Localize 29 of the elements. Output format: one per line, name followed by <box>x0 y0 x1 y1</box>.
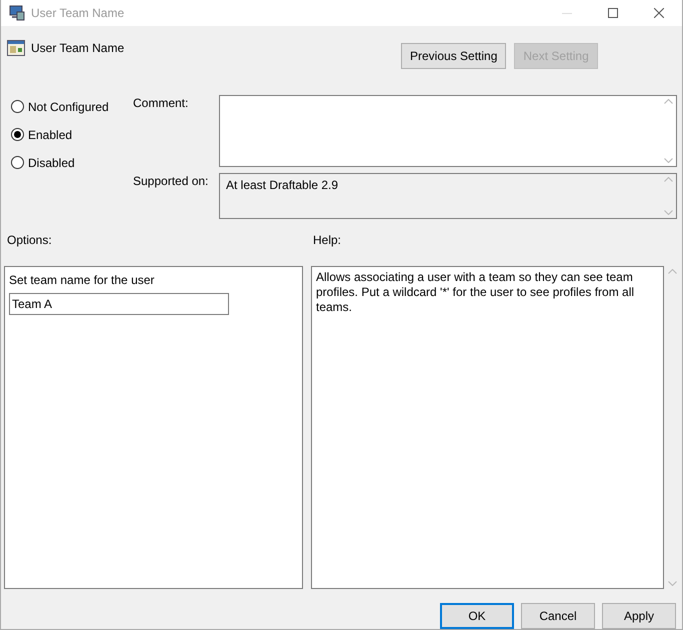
scroll-down-icon[interactable] <box>664 158 672 163</box>
option-label: Set team name for the user <box>9 273 156 287</box>
close-icon[interactable] <box>654 8 664 18</box>
scroll-down-icon[interactable] <box>664 210 672 215</box>
dialog-button[interactable]: OK <box>440 603 514 629</box>
comment-label: Comment: <box>133 94 190 112</box>
setting-title: User Team Name <box>31 41 126 55</box>
minimize-icon[interactable] <box>562 12 572 14</box>
scroll-down-icon[interactable] <box>668 581 676 586</box>
help-text: Allows associating a user with a team so they can see team profiles. Put a wildcard '*' for the user to see profiles from all teams. <box>311 266 664 589</box>
previous-setting-button[interactable]: Previous Setting <box>401 43 506 69</box>
scroll-up-icon[interactable] <box>664 98 672 104</box>
options-label: Options: <box>7 232 53 249</box>
dialog-button[interactable]: Apply <box>602 603 676 629</box>
help-label: Help: <box>313 232 342 249</box>
comment-field[interactable] <box>219 94 677 167</box>
scroll-up-icon[interactable] <box>664 176 672 182</box>
state-radio[interactable]: Enabled <box>11 126 133 143</box>
state-radio[interactable]: Disabled <box>11 154 133 171</box>
scroll-up-icon[interactable] <box>668 269 676 274</box>
policy-icon <box>7 40 25 56</box>
maximize-icon[interactable] <box>608 8 618 18</box>
window-title: User Team Name <box>31 6 126 20</box>
dialog-button[interactable]: Cancel <box>521 603 595 629</box>
supported-on-label: Supported on: <box>133 172 210 190</box>
state-radio[interactable]: Not Configured <box>11 98 133 115</box>
team-name-field[interactable]: Team A <box>9 293 229 315</box>
computer-icon <box>9 5 25 21</box>
supported-on-field: At least Draftable 2.9 <box>219 172 677 219</box>
